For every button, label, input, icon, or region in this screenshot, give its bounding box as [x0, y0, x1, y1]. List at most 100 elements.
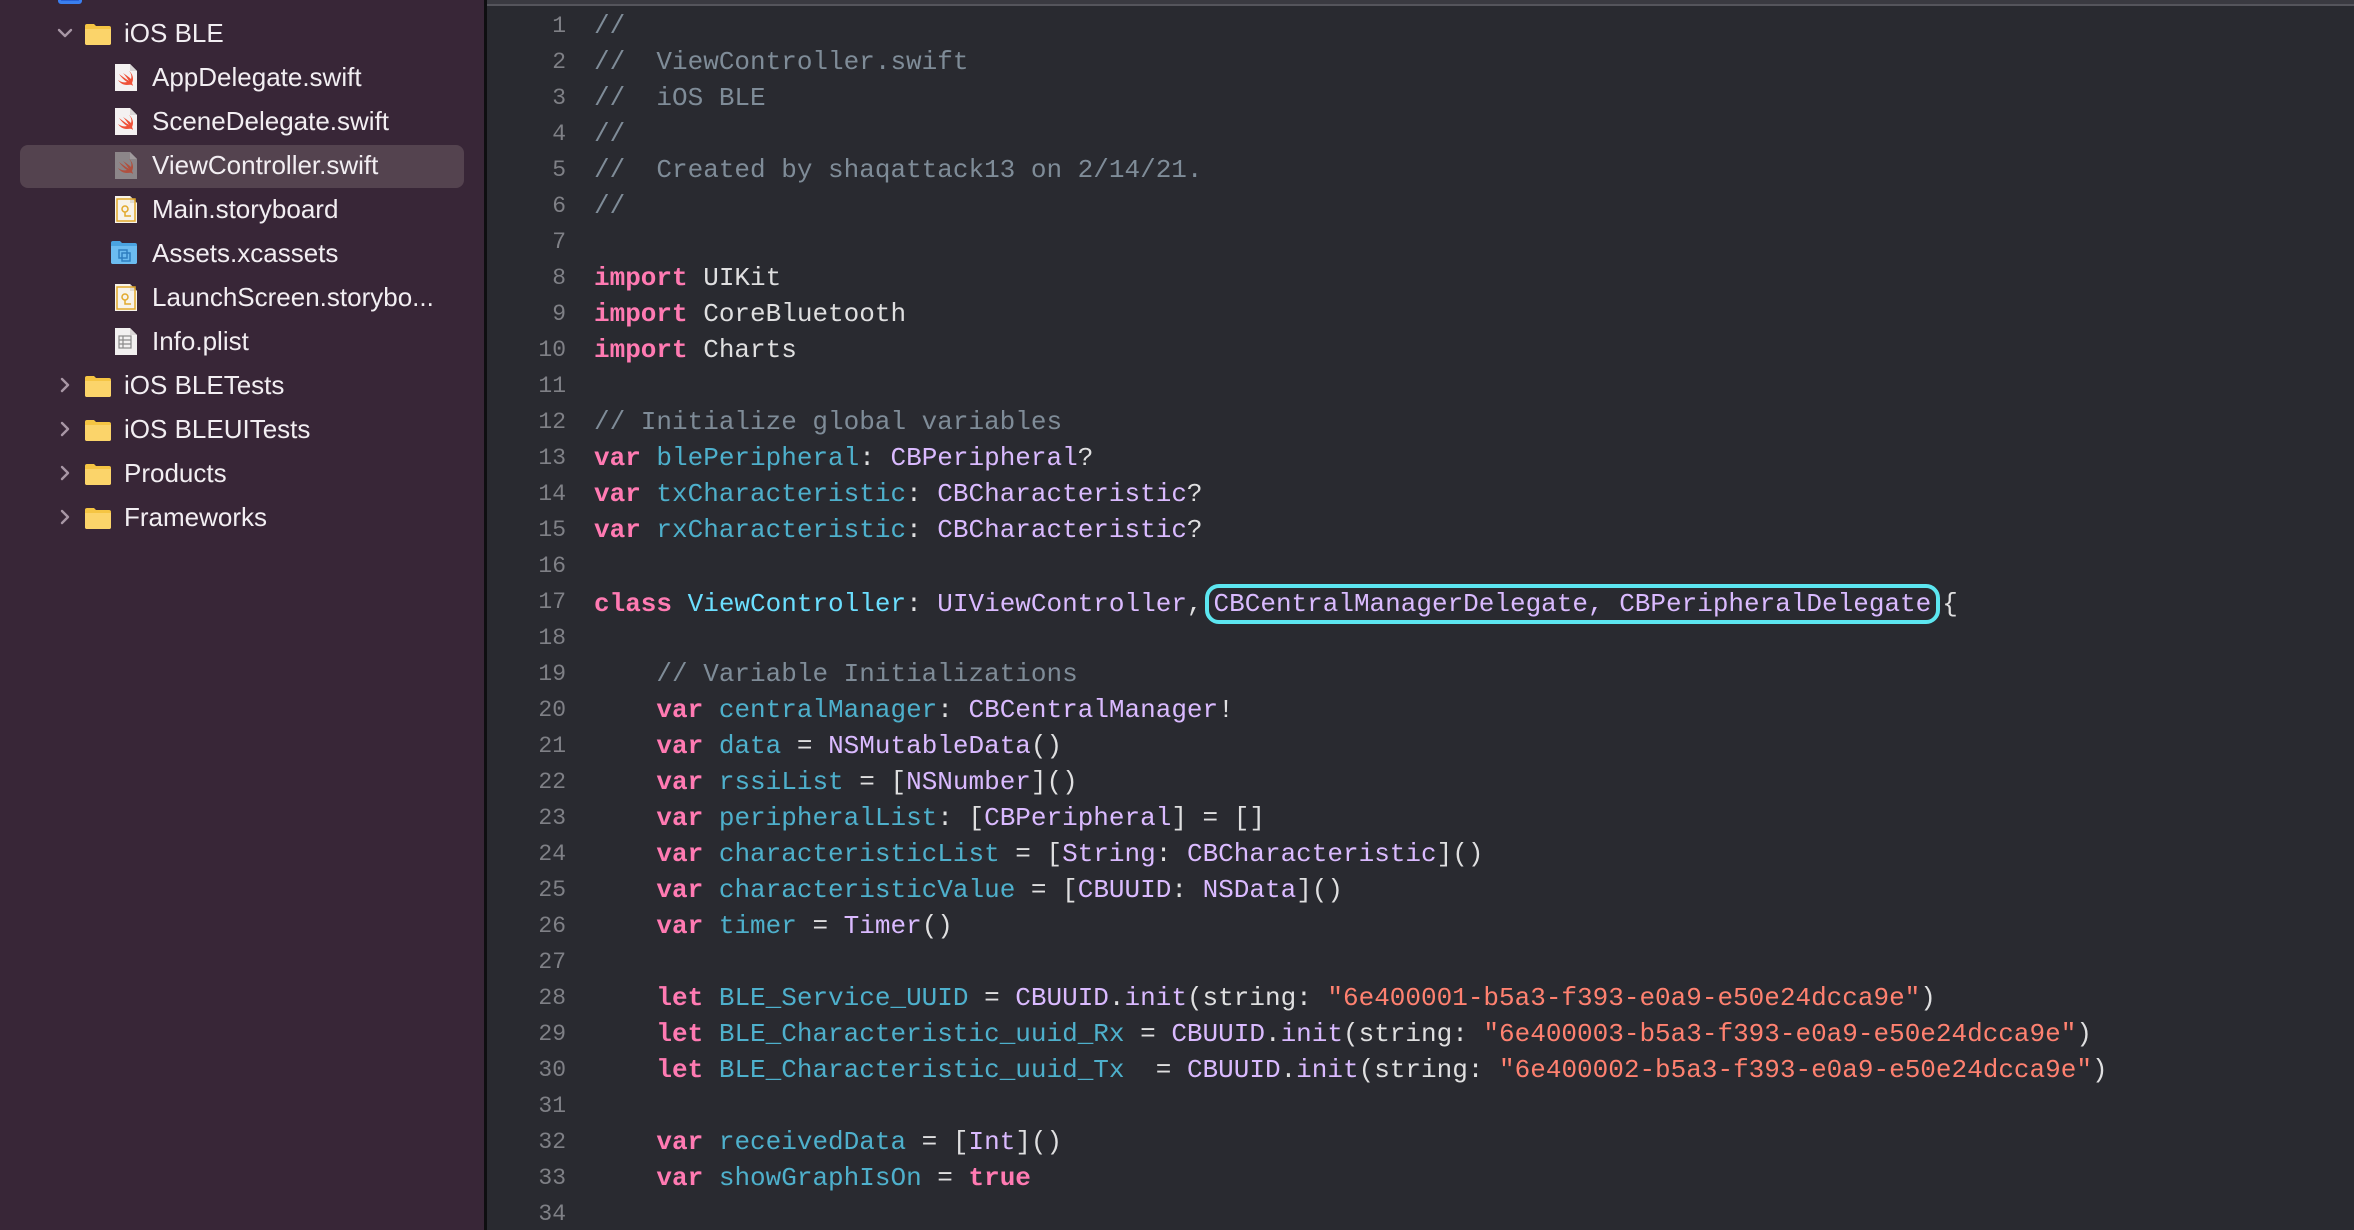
- line-number[interactable]: 18: [487, 620, 566, 656]
- code-line[interactable]: 12 // Initialize global variables: [487, 404, 2354, 440]
- chevron-right-icon[interactable]: [54, 418, 76, 440]
- code-line[interactable]: 8 import UIKit: [487, 260, 2354, 296]
- line-number[interactable]: 19: [487, 656, 566, 692]
- code-line[interactable]: 17 class ViewController: UIViewController…: [487, 584, 2354, 624]
- chevron-right-icon[interactable]: [54, 462, 76, 484]
- code-line[interactable]: 25 var characteristicValue = [CBUUID: NS…: [487, 872, 2354, 908]
- navigator-item-main-storyboard[interactable]: Main.storyboard: [0, 188, 484, 232]
- code-line[interactable]: 13 var blePeripheral: CBPeripheral?: [487, 440, 2354, 476]
- code-line[interactable]: 20 var centralManager: CBCentralManager!: [487, 692, 2354, 728]
- code-line[interactable]: 31: [487, 1088, 2354, 1124]
- code-line[interactable]: 10 import Charts: [487, 332, 2354, 368]
- line-number[interactable]: 4: [487, 116, 566, 152]
- code-line[interactable]: 4 //: [487, 116, 2354, 152]
- navigator-item-info-plist[interactable]: Info.plist: [0, 320, 484, 364]
- token-comment: //: [594, 119, 626, 149]
- line-number[interactable]: 13: [487, 440, 566, 476]
- code-line[interactable]: 21 var data = NSMutableData(): [487, 728, 2354, 764]
- code-line[interactable]: 7: [487, 224, 2354, 260]
- line-number[interactable]: 29: [487, 1016, 566, 1052]
- code-line[interactable]: 26 var timer = Timer(): [487, 908, 2354, 944]
- code-line[interactable]: 30 let BLE_Characteristic_uuid_Tx = CBUU…: [487, 1052, 2354, 1088]
- project-icon[interactable]: [58, 0, 82, 4]
- line-number[interactable]: 10: [487, 332, 566, 368]
- navigator-item-assets-xcassets[interactable]: Assets.xcassets: [0, 232, 484, 276]
- code-line[interactable]: 1 //: [487, 8, 2354, 44]
- line-number[interactable]: 22: [487, 764, 566, 800]
- line-number[interactable]: 24: [487, 836, 566, 872]
- line-number[interactable]: 26: [487, 908, 566, 944]
- line-number[interactable]: 3: [487, 80, 566, 116]
- code-line[interactable]: 23 var peripheralList: [CBPeripheral] = …: [487, 800, 2354, 836]
- code-line[interactable]: 18: [487, 620, 2354, 656]
- code-line[interactable]: 14 var txCharacteristic: CBCharacteristic…: [487, 476, 2354, 512]
- code-line[interactable]: 33 var showGraphIsOn = true: [487, 1160, 2354, 1196]
- token-type: CBCharacteristic: [937, 515, 1187, 545]
- code-line[interactable]: 16: [487, 548, 2354, 584]
- navigator-item-ios-bleuitests[interactable]: iOS BLEUITests: [0, 408, 484, 452]
- code-line[interactable]: 34: [487, 1196, 2354, 1230]
- code-line[interactable]: 6 //: [487, 188, 2354, 224]
- line-number[interactable]: 32: [487, 1124, 566, 1160]
- line-number[interactable]: 11: [487, 368, 566, 404]
- line-number[interactable]: 9: [487, 296, 566, 332]
- line-number[interactable]: 28: [487, 980, 566, 1016]
- line-number[interactable]: 31: [487, 1088, 566, 1124]
- chevron-right-icon[interactable]: [54, 506, 76, 528]
- code-line[interactable]: 15 var rxCharacteristic: CBCharacteristic…: [487, 512, 2354, 548]
- line-number[interactable]: 33: [487, 1160, 566, 1196]
- code-line[interactable]: 27: [487, 944, 2354, 980]
- token-plain: (string:: [1358, 1055, 1500, 1085]
- code-line[interactable]: 11: [487, 368, 2354, 404]
- code-line[interactable]: 32 var receivedData = [Int](): [487, 1124, 2354, 1160]
- navigator-item-ios-ble[interactable]: iOS BLE: [0, 12, 484, 56]
- navigator-item-scenedelegate-swift[interactable]: SceneDelegate.swift: [0, 100, 484, 144]
- line-number[interactable]: 27: [487, 944, 566, 980]
- navigator-item-frameworks[interactable]: Frameworks: [0, 496, 484, 540]
- line-number[interactable]: 7: [487, 224, 566, 260]
- chevron-right-icon[interactable]: [54, 374, 76, 396]
- line-number[interactable]: 1: [487, 8, 566, 44]
- line-number[interactable]: 16: [487, 548, 566, 584]
- line-number[interactable]: 21: [487, 728, 566, 764]
- line-number[interactable]: 14: [487, 476, 566, 512]
- line-number[interactable]: 12: [487, 404, 566, 440]
- token-plain: (): [1030, 731, 1063, 761]
- token-type: UIViewController: [937, 589, 1187, 619]
- code-line[interactable]: 2 // ViewController.swift: [487, 44, 2354, 80]
- navigator-item-products[interactable]: Products: [0, 452, 484, 496]
- line-number[interactable]: 5: [487, 152, 566, 188]
- code-line[interactable]: 24 var characteristicList = [String: CBC…: [487, 836, 2354, 872]
- navigator-item-ios-bletests[interactable]: iOS BLETests: [0, 364, 484, 408]
- line-number[interactable]: 25: [487, 872, 566, 908]
- line-number[interactable]: 15: [487, 512, 566, 548]
- line-number[interactable]: 8: [487, 260, 566, 296]
- line-number[interactable]: 23: [487, 800, 566, 836]
- token-var: BLE_Characteristic_uuid_Rx: [718, 1019, 1125, 1049]
- code-line[interactable]: 22 var rssiList = [NSNumber](): [487, 764, 2354, 800]
- line-number[interactable]: 30: [487, 1052, 566, 1088]
- line-number[interactable]: 34: [487, 1196, 566, 1230]
- navigator-item-viewcontroller-swift[interactable]: ViewController.swift: [0, 144, 484, 188]
- line-number[interactable]: 2: [487, 44, 566, 80]
- line-number[interactable]: 17: [487, 584, 566, 620]
- line-number[interactable]: 20: [487, 692, 566, 728]
- code-line[interactable]: 3 // iOS BLE: [487, 80, 2354, 116]
- line-number[interactable]: 6: [487, 188, 566, 224]
- code-line[interactable]: 28 let BLE_Service_UUID = CBUUID.init(st…: [487, 980, 2354, 1016]
- swift-file-icon: [114, 151, 138, 180]
- code-area[interactable]: 1 // 2 // ViewController.swift 3 // iOS BLE 4 /…: [487, 8, 2354, 1230]
- code-line[interactable]: 9 import CoreBluetooth: [487, 296, 2354, 332]
- code-line[interactable]: 19 // Variable Initializations: [487, 656, 2354, 692]
- code-line[interactable]: 29 let BLE_Characteristic_uuid_Rx = CBUU…: [487, 1016, 2354, 1052]
- token-plain: =: [921, 1163, 969, 1193]
- chevron-down-icon[interactable]: [54, 22, 76, 44]
- code-editor[interactable]: 1 // 2 // ViewController.swift 3 // iOS BLE 4 /…: [487, 0, 2354, 1230]
- code-line[interactable]: 5 // Created by shaqattack13 on 2/14/21.: [487, 152, 2354, 188]
- navigator-item-launchscreen-storybo[interactable]: LaunchScreen.storybo...: [0, 276, 484, 320]
- navigator-item-label: Assets.xcassets: [152, 238, 339, 268]
- token-comment: //: [594, 11, 626, 41]
- navigator-item-appdelegate-swift[interactable]: AppDelegate.swift: [0, 56, 484, 100]
